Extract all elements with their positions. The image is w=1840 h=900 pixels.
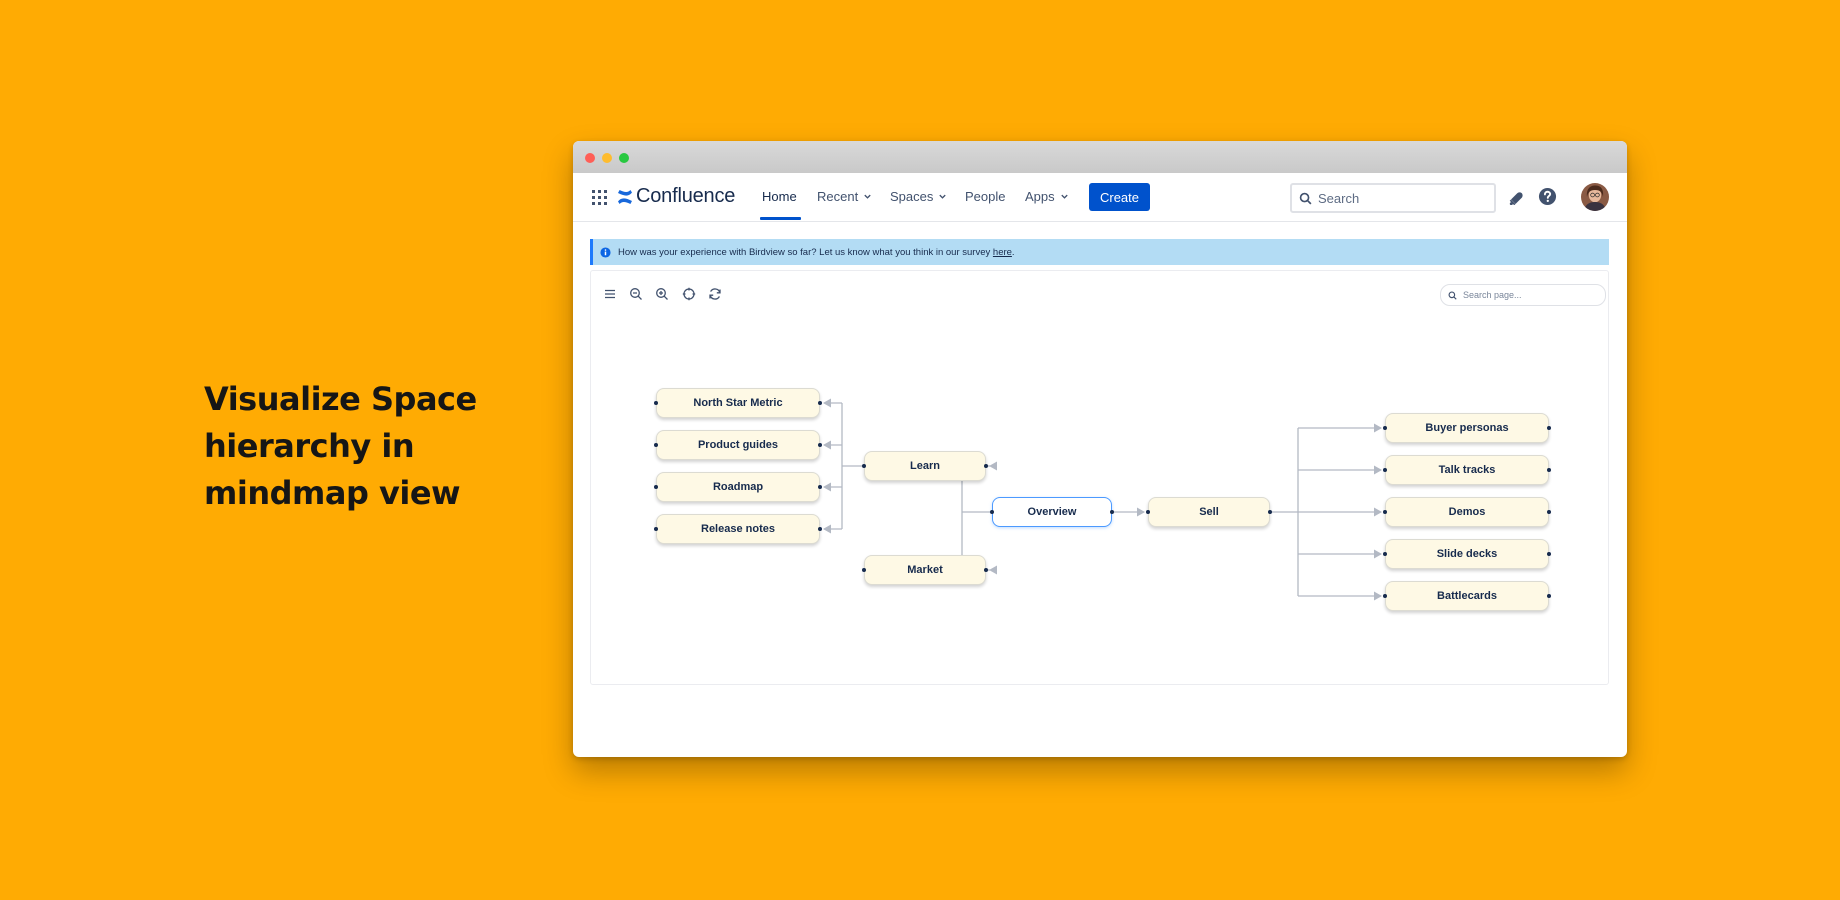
node-connector-dot xyxy=(818,443,822,447)
nav-people-label: People xyxy=(965,189,1006,204)
mindmap-node-slide-decks[interactable]: Slide decks xyxy=(1385,539,1549,569)
node-connector-dot xyxy=(1383,552,1387,556)
nav-home-label: Home xyxy=(762,189,797,204)
node-connector-dot xyxy=(1110,510,1114,514)
node-connector-dot xyxy=(654,527,658,531)
node-connector-dot xyxy=(1383,468,1387,472)
connector-arrow xyxy=(1374,423,1382,433)
connector-arrow xyxy=(1374,465,1382,475)
window-titlebar xyxy=(573,141,1627,174)
mindmap-node-release-notes[interactable]: Release notes xyxy=(656,514,820,544)
nav-recent[interactable]: Recent xyxy=(817,189,872,204)
connector-arrow xyxy=(989,565,997,575)
mindmap-node-talk-tracks[interactable]: Talk tracks xyxy=(1385,455,1549,485)
nav-spaces[interactable]: Spaces xyxy=(890,189,947,204)
headline: Visualize Space hierarchy in mindmap vie… xyxy=(204,376,544,517)
active-tab-indicator xyxy=(760,217,801,220)
node-connector-dot xyxy=(1383,594,1387,598)
info-icon xyxy=(600,246,611,258)
headline-line-2: hierarchy in xyxy=(204,427,415,465)
node-connector-dot xyxy=(818,527,822,531)
banner-link[interactable]: here xyxy=(993,247,1012,258)
maximize-window-button[interactable] xyxy=(619,153,629,163)
app-switcher-icon[interactable] xyxy=(592,190,607,205)
nav-apps-label: Apps xyxy=(1025,189,1055,204)
node-connector-dot xyxy=(654,443,658,447)
search-icon xyxy=(1299,192,1312,204)
chevron-down-icon xyxy=(1060,194,1068,199)
user-avatar[interactable] xyxy=(1581,183,1609,211)
node-connector-dot xyxy=(1547,426,1551,430)
mindmap-node-market[interactable]: Market xyxy=(864,555,986,585)
mindmap-node-north-star-metric[interactable]: North Star Metric xyxy=(656,388,820,418)
node-connector-dot xyxy=(862,464,866,468)
node-connector-dot xyxy=(1146,510,1150,514)
notifications-icon[interactable] xyxy=(1508,189,1524,205)
nav-apps[interactable]: Apps xyxy=(1025,189,1069,204)
connector-arrow xyxy=(823,482,831,492)
mindmap-node-buyer-personas[interactable]: Buyer personas xyxy=(1385,413,1549,443)
top-navigation: Confluence Home Recent Spaces People App… xyxy=(573,173,1627,222)
nav-recent-label: Recent xyxy=(817,189,859,204)
node-connector-dot xyxy=(1547,510,1551,514)
nav-people[interactable]: People xyxy=(965,189,1005,204)
search-input[interactable]: Search xyxy=(1290,183,1496,213)
mindmap-panel: Search page... Overview Learn North Star M… xyxy=(590,270,1609,685)
node-connector-dot xyxy=(1547,552,1551,556)
confluence-logo-icon[interactable] xyxy=(617,189,633,205)
node-connector-dot xyxy=(654,485,658,489)
minimize-window-button[interactable] xyxy=(602,153,612,163)
connector-arrow xyxy=(989,461,997,471)
connector-arrow xyxy=(1137,507,1145,517)
node-connector-dot xyxy=(990,510,994,514)
chevron-down-icon xyxy=(864,194,871,199)
connector-arrow xyxy=(1374,591,1382,601)
app-window: Confluence Home Recent Spaces People App… xyxy=(573,141,1627,757)
mindmap-node-learn[interactable]: Learn xyxy=(864,451,986,481)
help-icon[interactable] xyxy=(1538,187,1557,206)
nav-home[interactable]: Home xyxy=(762,189,797,204)
headline-line-3: mindmap view xyxy=(204,474,461,512)
chevron-down-icon xyxy=(939,194,947,199)
node-connector-dot xyxy=(984,568,988,572)
banner-text: How was your experience with Birdview so… xyxy=(618,246,991,258)
close-window-button[interactable] xyxy=(585,153,595,163)
app-name[interactable]: Confluence xyxy=(636,185,735,208)
node-connector-dot xyxy=(1268,510,1272,514)
mindmap-node-demos[interactable]: Demos xyxy=(1385,497,1549,527)
node-connector-dot xyxy=(1383,426,1387,430)
node-connector-dot xyxy=(1383,510,1387,514)
mindmap-node-product-guides[interactable]: Product guides xyxy=(656,430,820,460)
node-connector-dot xyxy=(818,401,822,405)
connector-arrow xyxy=(823,440,831,450)
connector-arrow xyxy=(823,524,831,534)
create-button[interactable]: Create xyxy=(1089,183,1150,211)
mindmap-node-roadmap[interactable]: Roadmap xyxy=(656,472,820,502)
banner-suffix: . xyxy=(1011,246,1015,258)
avatar-image xyxy=(1581,183,1609,211)
node-connector-dot xyxy=(654,401,658,405)
mindmap-node-overview[interactable]: Overview xyxy=(992,497,1112,527)
mindmap-node-sell[interactable]: Sell xyxy=(1148,497,1270,527)
node-connector-dot xyxy=(1547,594,1551,598)
node-connector-dot xyxy=(818,485,822,489)
connector-arrow xyxy=(1374,549,1382,559)
search-placeholder: Search xyxy=(1318,190,1360,206)
survey-banner: How was your experience with Birdview so… xyxy=(590,239,1609,265)
connector-arrow xyxy=(823,398,831,408)
mindmap-node-battlecards[interactable]: Battlecards xyxy=(1385,581,1549,611)
connector-arrow xyxy=(1374,507,1382,517)
node-connector-dot xyxy=(984,464,988,468)
node-connector-dot xyxy=(1547,468,1551,472)
headline-line-1: Visualize Space xyxy=(204,380,477,418)
node-connector-dot xyxy=(862,568,866,572)
nav-spaces-label: Spaces xyxy=(890,189,934,204)
